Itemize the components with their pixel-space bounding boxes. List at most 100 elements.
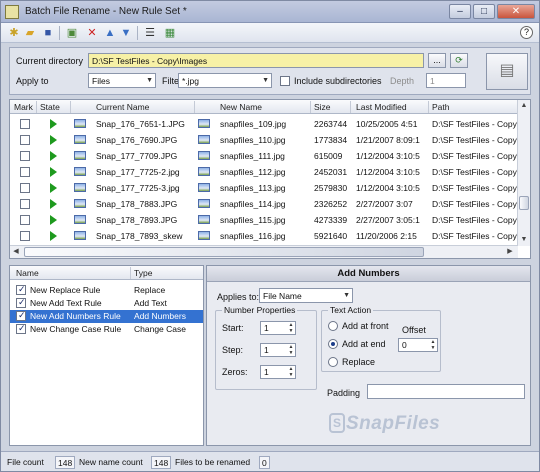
save-icon[interactable]: ■ — [41, 26, 55, 40]
scrollbar-thumb[interactable] — [519, 196, 529, 210]
rename-files-icon[interactable]: ▤ — [486, 53, 528, 90]
filter-select[interactable]: *.jpg ▼ — [178, 73, 272, 88]
column-header-name[interactable]: Name — [16, 268, 39, 278]
table-row[interactable]: Snap_177_7709.JPG snapfiles_111.jpg 615009… — [10, 148, 518, 164]
toolbar: ✱ ▰ ■ ▣ ✕ ▲ ▼ ☰ ▦ ? — [1, 23, 539, 43]
start-stepper[interactable]: 1 ▲ ▼ — [260, 321, 296, 335]
depth-value: 1 — [430, 76, 435, 86]
add-at-front-radio[interactable] — [328, 321, 338, 331]
stepper-arrows-icon[interactable]: ▲ ▼ — [287, 366, 295, 378]
new-name-cell: snapfiles_111.jpg — [220, 151, 285, 161]
replace-radio[interactable] — [328, 357, 338, 367]
offset-value: 0 — [402, 340, 407, 350]
mark-checkbox[interactable] — [20, 231, 30, 241]
minimize-button[interactable]: – — [449, 4, 471, 19]
close-button[interactable]: ✕ — [497, 4, 535, 19]
padding-input[interactable] — [367, 384, 525, 399]
applies-to-select[interactable]: File Name ▼ — [259, 288, 353, 303]
snapfiles-logo-icon: S — [329, 413, 345, 433]
open-icon[interactable]: ▰ — [23, 26, 37, 40]
files-to-rename-value: 0 — [259, 456, 270, 469]
file-count-value: 148 — [55, 456, 76, 469]
column-header-last-modified[interactable]: Last Modified — [356, 102, 407, 112]
mark-checkbox[interactable] — [20, 119, 30, 129]
file-list-horizontal-scrollbar[interactable]: ◀ ▶ — [10, 245, 518, 258]
column-header-mark[interactable]: Mark — [14, 102, 33, 112]
offset-stepper[interactable]: 0 ▲ ▼ — [398, 338, 438, 352]
scroll-down-icon[interactable]: ▼ — [518, 234, 530, 246]
mark-checkbox[interactable] — [20, 215, 30, 225]
rule-enabled-checkbox[interactable] — [16, 284, 26, 295]
help-icon[interactable]: ? — [520, 26, 533, 39]
new-icon[interactable]: ✱ — [7, 26, 21, 40]
rule-enabled-checkbox[interactable] — [16, 323, 26, 334]
stepper-arrows-icon[interactable]: ▲ ▼ — [287, 344, 295, 356]
include-subdirectories-checkbox[interactable] — [280, 76, 290, 86]
mark-checkbox[interactable] — [20, 135, 30, 145]
size-cell: 615009 — [314, 151, 343, 161]
refresh-icon[interactable]: ⟳ — [450, 53, 468, 68]
scroll-left-icon[interactable]: ◀ — [10, 246, 22, 258]
rule-list-item[interactable]: New Add Numbers Rule Add Numbers — [10, 310, 203, 323]
mark-checkbox[interactable] — [20, 183, 30, 193]
table-row[interactable]: Snap_178_7893_skew snapfiles_116.jpg 59216… — [10, 228, 518, 244]
rule-name: New Add Numbers Rule — [30, 311, 121, 321]
apply-to-label: Apply to — [16, 76, 49, 86]
mark-checkbox[interactable] — [20, 199, 30, 209]
table-row[interactable]: Snap_177_7725-3.jpg snapfiles_113.jpg 2579… — [10, 180, 518, 196]
stepper-arrows-icon[interactable]: ▲ ▼ — [429, 339, 437, 351]
export-icon[interactable]: ▦ — [163, 26, 177, 40]
play-icon — [50, 183, 57, 193]
size-cell: 4273339 — [314, 215, 348, 225]
file-list: Mark State Current Name New Name Size La… — [9, 99, 531, 259]
rule-type: Add Numbers — [134, 311, 186, 321]
delete-icon[interactable]: ✕ — [85, 26, 99, 40]
rule-name: New Change Case Rule — [30, 324, 122, 334]
scroll-up-icon[interactable]: ▲ — [518, 100, 530, 112]
new-name-cell: snapfiles_116.jpg — [220, 231, 286, 241]
move-up-icon[interactable]: ▲ — [103, 26, 117, 40]
browse-button[interactable]: ... — [428, 53, 446, 68]
zeros-stepper[interactable]: 1 ▲ ▼ — [260, 365, 296, 379]
last-modified-cell: 2/27/2007 3:05:1 — [356, 215, 420, 225]
scrollbar-thumb[interactable] — [24, 247, 424, 257]
table-row[interactable]: Snap_178_7893.JPG snapfiles_115.jpg 427333… — [10, 212, 518, 228]
apply-to-select[interactable]: Files ▼ — [88, 73, 156, 88]
app-icon — [5, 5, 19, 19]
column-header-type[interactable]: Type — [134, 268, 152, 278]
step-stepper[interactable]: 1 ▲ ▼ — [260, 343, 296, 357]
stepper-arrows-icon[interactable]: ▲ ▼ — [287, 322, 295, 334]
path-cell: D:\SF TestFiles - Copy\ — [432, 231, 518, 241]
mark-checkbox[interactable] — [20, 151, 30, 161]
column-header-size[interactable]: Size — [314, 102, 331, 112]
rule-enabled-checkbox[interactable] — [16, 297, 26, 308]
rule-type: Change Case — [134, 324, 186, 334]
table-row[interactable]: Snap_176_7651-1.JPG snapfiles_109.jpg 2263… — [10, 116, 518, 132]
move-down-icon[interactable]: ▼ — [119, 26, 133, 40]
table-row[interactable]: Snap_176_7690.JPG snapfiles_110.jpg 177383… — [10, 132, 518, 148]
table-row[interactable]: Snap_177_7725-2.jpg snapfiles_112.jpg 2452… — [10, 164, 518, 180]
list-icon[interactable]: ☰ — [143, 26, 157, 40]
depth-stepper[interactable]: 1 — [426, 73, 466, 88]
last-modified-cell: 11/20/2006 2:15 — [356, 231, 417, 241]
column-header-current-name[interactable]: Current Name — [96, 102, 149, 112]
rule-list-item[interactable]: New Change Case Rule Change Case — [10, 323, 203, 336]
rule-enabled-checkbox[interactable] — [16, 310, 26, 321]
add-rule-icon[interactable]: ▣ — [65, 26, 79, 40]
rule-list-item[interactable]: New Replace Rule Replace — [10, 284, 203, 297]
rule-list-item[interactable]: New Add Text Rule Add Text — [10, 297, 203, 310]
depth-label: Depth — [390, 76, 415, 86]
file-list-vertical-scrollbar[interactable]: ▲ ▼ — [517, 100, 530, 246]
scroll-right-icon[interactable]: ▶ — [504, 246, 516, 258]
last-modified-cell: 2/27/2007 3:07 — [356, 199, 413, 209]
column-separator — [428, 101, 429, 113]
chevron-down-icon: ▼ — [343, 292, 350, 299]
column-header-path[interactable]: Path — [432, 102, 450, 112]
column-header-new-name[interactable]: New Name — [220, 102, 262, 112]
column-header-state[interactable]: State — [40, 102, 60, 112]
mark-checkbox[interactable] — [20, 167, 30, 177]
current-directory-input[interactable]: D:\SF TestFiles - Copy\Images — [88, 53, 424, 68]
add-at-end-radio[interactable] — [328, 339, 338, 349]
maximize-button[interactable]: □ — [473, 4, 495, 19]
table-row[interactable]: Snap_178_7883.JPG snapfiles_114.jpg 232625… — [10, 196, 518, 212]
